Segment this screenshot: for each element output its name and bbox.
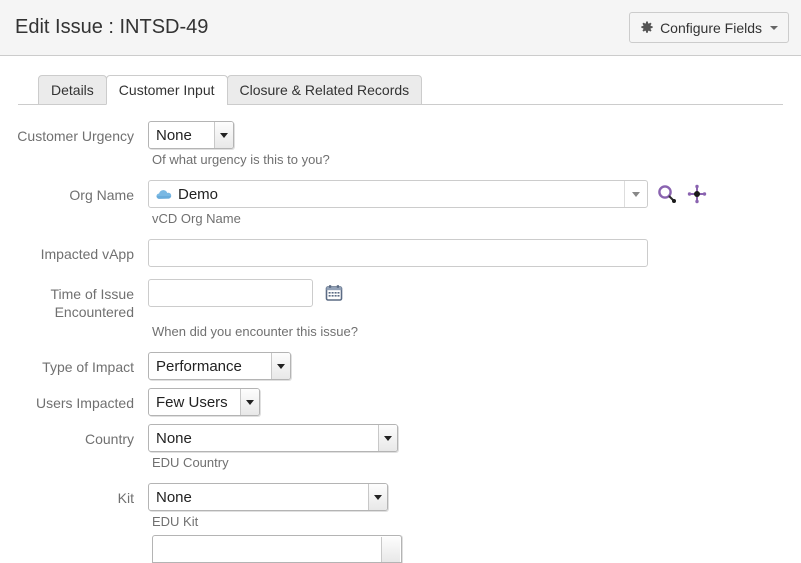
type-of-impact-select-wrap: Performance xyxy=(148,352,291,380)
users-impacted-select[interactable]: Few Users xyxy=(148,388,260,416)
field-row-kit: Kit None xyxy=(0,483,801,511)
field-row-org-name: Org Name Demo xyxy=(0,180,801,208)
org-name-combo[interactable]: Demo xyxy=(148,180,648,208)
control-users-impacted: Few Users xyxy=(148,388,801,416)
time-of-issue-input[interactable] xyxy=(148,279,313,307)
label-impacted-vapp: Impacted vApp xyxy=(40,246,134,262)
dialog-header: Edit Issue : INTSD-49 Configure Fields xyxy=(0,0,801,56)
customer-urgency-select-wrap: None xyxy=(148,121,234,149)
page-title: Edit Issue : INTSD-49 xyxy=(15,16,209,38)
field-row-customer-urgency: Customer Urgency None xyxy=(0,121,801,149)
calendar-icon[interactable] xyxy=(325,284,343,302)
label-kit: Kit xyxy=(117,490,134,506)
label-time-of-issue: Time of Issue Encountered xyxy=(0,279,148,321)
field-row-users-impacted: Users Impacted Few Users xyxy=(0,388,801,416)
label-time-of-issue-line1: Time of Issue xyxy=(50,286,134,302)
field-row-impacted-vapp: Impacted vApp xyxy=(0,239,801,267)
control-kit: None xyxy=(148,483,801,511)
type-of-impact-select[interactable]: Performance xyxy=(148,352,291,380)
country-select-wrap: None xyxy=(148,424,398,452)
control-impacted-vapp xyxy=(148,239,801,267)
control-customer-urgency: None xyxy=(148,121,801,149)
country-select[interactable]: None xyxy=(148,424,398,452)
field-row-country: Country None xyxy=(0,424,801,452)
configure-fields-label: Configure Fields xyxy=(660,19,762,36)
help-customer-urgency: Of what urgency is this to you? xyxy=(152,152,330,167)
tab-customer-input[interactable]: Customer Input xyxy=(105,75,228,105)
field-row-time-of-issue: Time of Issue Encountered xyxy=(0,279,801,321)
control-type-of-impact: Performance xyxy=(148,352,801,380)
chevron-down-icon xyxy=(770,25,778,30)
customer-urgency-select[interactable]: None xyxy=(148,121,234,149)
label-users-impacted: Users Impacted xyxy=(35,395,134,411)
customer-input-form: Customer Urgency None Of what urgency is… xyxy=(0,105,801,563)
org-name-dropdown-button[interactable] xyxy=(624,181,647,207)
tab-details[interactable]: Details xyxy=(38,75,107,105)
org-name-value: Demo xyxy=(178,185,219,203)
tab-strip: Details Customer Input Closure & Related… xyxy=(0,75,801,105)
crosshair-move-icon[interactable] xyxy=(686,183,708,205)
tab-closure-related-records[interactable]: Closure & Related Records xyxy=(226,75,423,105)
help-kit: EDU Kit xyxy=(152,514,199,529)
label-org-name: Org Name xyxy=(69,187,134,203)
users-impacted-select-wrap: Few Users xyxy=(148,388,260,416)
control-org-name: Demo xyxy=(148,180,801,208)
help-country: EDU Country xyxy=(152,455,229,470)
label-customer-urgency: Customer Urgency xyxy=(17,128,134,144)
control-time-of-issue xyxy=(148,279,801,307)
help-time-of-issue: When did you encounter this issue? xyxy=(152,324,358,339)
control-country: None xyxy=(148,424,801,452)
gear-icon xyxy=(640,21,654,35)
chevron-down-icon xyxy=(381,537,400,562)
label-country: Country xyxy=(84,431,134,447)
help-org-name: vCD Org Name xyxy=(152,211,241,226)
impacted-vapp-input[interactable] xyxy=(148,239,648,267)
next-field-select-partial[interactable] xyxy=(152,535,402,563)
kit-select-wrap: None xyxy=(148,483,388,511)
label-type-of-impact: Type of Impact xyxy=(42,359,134,375)
kit-select[interactable]: None xyxy=(148,483,388,511)
search-icon[interactable] xyxy=(656,183,678,205)
configure-fields-button[interactable]: Configure Fields xyxy=(629,12,789,43)
cloud-icon xyxy=(156,188,172,200)
label-time-of-issue-line2: Encountered xyxy=(54,304,134,320)
field-row-type-of-impact: Type of Impact Performance xyxy=(0,352,801,380)
